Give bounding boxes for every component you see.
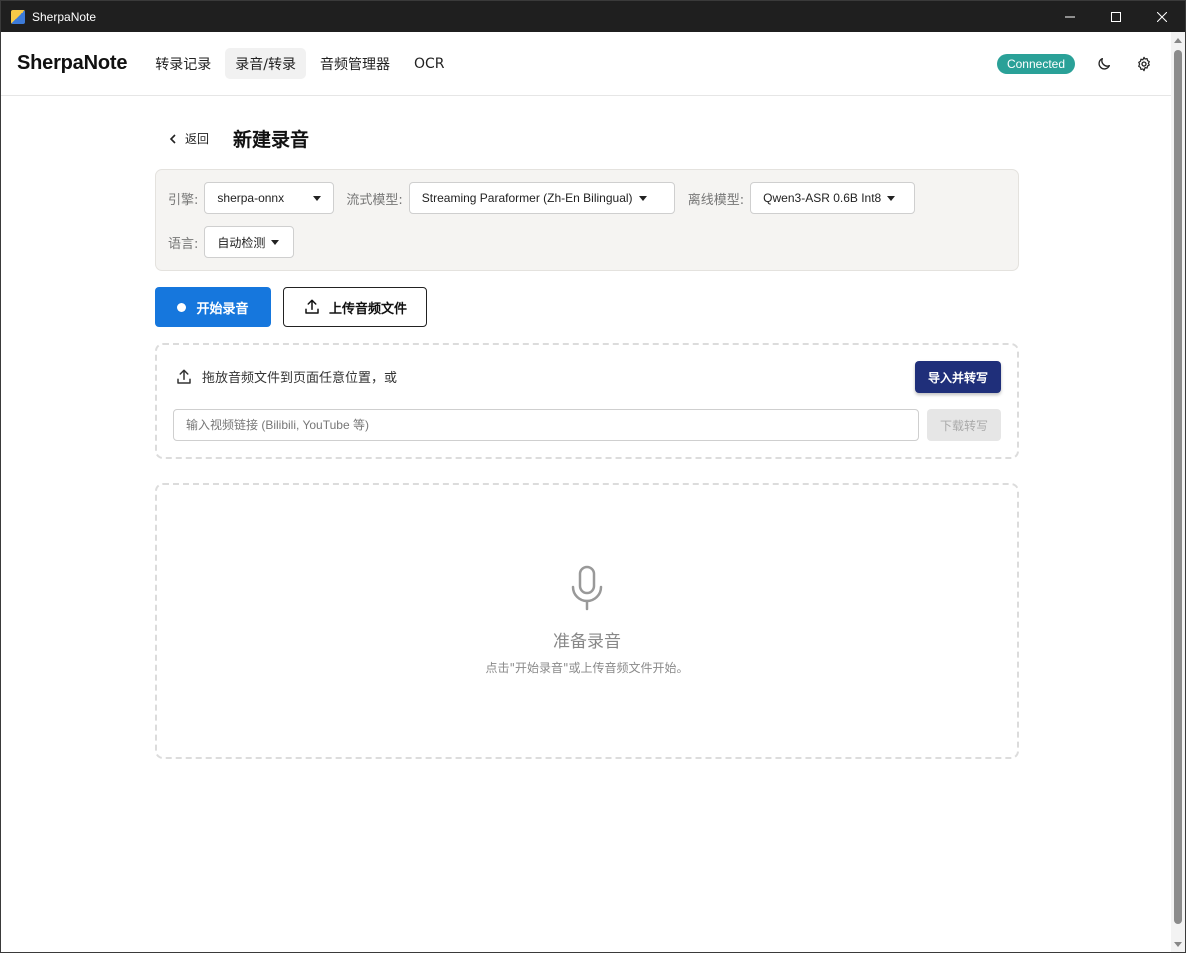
nav-audio-manager[interactable]: 音频管理器: [310, 48, 400, 79]
upload-audio-button[interactable]: 上传音频文件: [283, 287, 427, 327]
start-recording-label: 开始录音: [196, 301, 249, 317]
offline-model-label: 离线模型:: [687, 192, 745, 208]
close-button[interactable]: [1139, 1, 1185, 32]
offline-model-select[interactable]: Qwen3-ASR 0.6B Int8: [750, 182, 916, 214]
theme-toggle-button[interactable]: [1093, 53, 1115, 75]
download-transcribe-button[interactable]: 下载转写: [927, 409, 1001, 441]
scroll-up-icon[interactable]: [1174, 38, 1182, 43]
config-row-language: 语言: 自动检测: [168, 226, 295, 258]
start-recording-button[interactable]: 开始录音: [155, 287, 271, 327]
engine-label: 引擎:: [168, 192, 199, 208]
engine-value: sherpa-onnx: [217, 191, 285, 205]
empty-state-subtitle: 点击"开始录音"或上传音频文件开始。: [485, 661, 689, 675]
language-select[interactable]: 自动检测: [204, 226, 295, 258]
stream-model-select[interactable]: Streaming Paraformer (Zh-En Bilingual): [408, 182, 675, 214]
stream-model-label: 流式模型:: [346, 192, 403, 208]
moon-icon: [1098, 58, 1110, 70]
connection-status-badge: Connected: [996, 54, 1075, 74]
page-header: 返回 新建录音: [169, 125, 309, 152]
minimize-button[interactable]: [1047, 1, 1093, 32]
title-bar[interactable]: SherpaNote: [1, 1, 1185, 32]
upload-audio-label: 上传音频文件: [328, 301, 407, 317]
page-title: 新建录音: [233, 129, 310, 151]
scroll-down-icon[interactable]: [1174, 942, 1182, 947]
nav-ocr[interactable]: OCR: [404, 48, 455, 79]
nav-transcripts[interactable]: 转录记录: [145, 48, 221, 79]
minimize-icon: [1065, 16, 1075, 17]
back-button[interactable]: 返回: [169, 130, 209, 147]
vertical-scrollbar[interactable]: [1171, 32, 1185, 952]
drop-hint: 拖放音频文件到页面任意位置，或: [175, 367, 397, 386]
language-label: 语言:: [168, 236, 199, 252]
record-dot-icon: [177, 302, 187, 312]
maximize-button[interactable]: [1093, 1, 1139, 32]
config-row-models: 引擎: sherpa-onnx 流式模型: Streaming Paraform…: [168, 182, 916, 214]
chevron-down-icon: [887, 195, 896, 201]
nav-record-transcribe[interactable]: 录音/转录: [225, 48, 306, 79]
video-url-input[interactable]: [173, 409, 919, 441]
chevron-left-icon: [169, 133, 176, 144]
back-label: 返回: [185, 132, 210, 146]
app-logo-icon: [11, 9, 25, 24]
language-value: 自动检测: [217, 235, 266, 250]
chevron-down-icon: [638, 195, 647, 201]
empty-state-title: 准备录音: [553, 632, 621, 652]
main-nav: 转录记录 录音/转录 音频管理器 OCR: [145, 48, 454, 79]
drop-hint-text: 拖放音频文件到页面任意位置，或: [202, 371, 398, 386]
recording-empty-state: 准备录音 点击"开始录音"或上传音频文件开始。: [155, 483, 1019, 759]
upload-icon: [177, 369, 191, 384]
stream-model-value: Streaming Paraformer (Zh-En Bilingual): [421, 191, 633, 205]
chevron-down-icon: [313, 195, 322, 201]
app-header: SherpaNote 转录记录 录音/转录 音频管理器 OCR Connecte…: [1, 32, 1171, 96]
settings-button[interactable]: [1133, 53, 1155, 75]
offline-model-value: Qwen3-ASR 0.6B Int8: [763, 191, 882, 205]
close-icon: [1157, 11, 1167, 22]
maximize-icon: [1111, 11, 1121, 22]
chevron-down-icon: [271, 239, 280, 245]
primary-actions: 开始录音 上传音频文件: [155, 287, 427, 327]
asr-config-panel: 引擎: sherpa-onnx 流式模型: Streaming Paraform…: [155, 169, 1019, 271]
header-actions: Connected: [996, 32, 1155, 96]
import-transcribe-button[interactable]: 导入并转写: [915, 361, 1001, 393]
app-window: SherpaNote SherpaNote 转录记录 录音/转录 音频管理器 O…: [0, 0, 1186, 953]
scrollbar-thumb[interactable]: [1174, 50, 1182, 924]
audio-drop-zone[interactable]: 拖放音频文件到页面任意位置，或 导入并转写 下载转写: [155, 343, 1019, 459]
window-title: SherpaNote: [32, 9, 97, 24]
upload-icon: [305, 299, 319, 314]
microphone-icon: [571, 565, 603, 611]
gear-icon: [1138, 56, 1150, 72]
brand-logo[interactable]: SherpaNote: [17, 52, 127, 75]
engine-select[interactable]: sherpa-onnx: [204, 182, 335, 214]
window-controls: [1047, 1, 1185, 32]
